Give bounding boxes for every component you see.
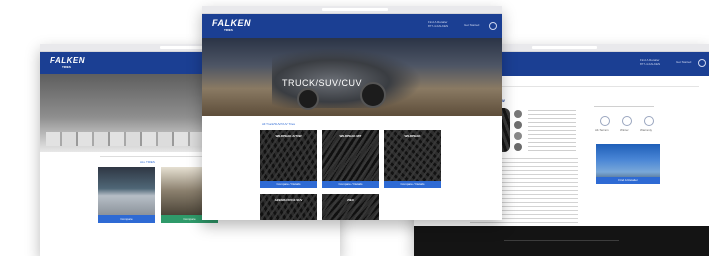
feature-icon-1	[600, 116, 610, 126]
wheel-icon	[360, 82, 386, 108]
product-description	[528, 110, 576, 152]
feature-icon-2	[622, 116, 632, 126]
car-image	[98, 167, 155, 215]
compare-button[interactable]: Compare	[98, 215, 155, 223]
browser-chrome	[202, 6, 502, 21]
feature-label-2: Winter	[620, 128, 629, 132]
compare-button[interactable]: Compare / Details	[384, 181, 441, 188]
tire-tile-4[interactable]: AZENIS FK510 SUV	[260, 194, 317, 220]
nav-retailer-info[interactable]: Find A Retailer 877-4-FALKEN	[640, 58, 660, 66]
feature-label-1: All-Terrain	[595, 128, 609, 132]
compare-button[interactable]: Compare / Details	[260, 181, 317, 188]
retailer-button[interactable]: Find A Retailer	[596, 177, 660, 184]
falken-logo[interactable]: FALKENTIRES	[50, 56, 85, 69]
footer	[414, 226, 709, 256]
section-link[interactable]: ALL TIRES	[140, 160, 155, 164]
nav-get-started-link[interactable]: Get Started	[464, 23, 479, 27]
vehicle-promo-card[interactable]: Find A Retailer	[596, 144, 660, 184]
site-navbar: FALKENTIRES Find A Retailer877-4-FALKEN …	[202, 14, 502, 38]
address-bar[interactable]	[322, 8, 388, 11]
section-link[interactable]: All Truck/SUV/CUV Tires	[262, 122, 295, 126]
vehicle-card-1[interactable]: Compare	[98, 167, 155, 223]
address-bar[interactable]	[532, 46, 597, 49]
wheel-icon	[297, 88, 319, 110]
feature-icon-3	[644, 116, 654, 126]
tire-detail-thumbs	[514, 110, 524, 152]
tire-tile-3[interactable]: WILDPEAK Compare / Details	[384, 130, 441, 188]
hero-title: TRUCK/SUV/CUV	[282, 78, 363, 88]
falken-logo[interactable]: FALKENTIRES	[212, 18, 251, 32]
menu-icon[interactable]	[698, 59, 706, 67]
tire-tile-2[interactable]: WILDPEAK M/T Compare / Details	[322, 130, 379, 188]
tire-tile-5[interactable]: ZIEX	[322, 194, 379, 220]
hero-banner: TRUCK/SUV/CUV	[202, 38, 502, 116]
compare-button[interactable]: Compare / Details	[322, 181, 379, 188]
tire-tile-1[interactable]: WILDPEAK A/T3W Compare / Details	[260, 130, 317, 188]
nav-get-started-link[interactable]: Get Started	[676, 60, 691, 64]
feature-label-bar	[594, 106, 654, 107]
nav-retailer-info[interactable]: Find A Retailer 877-4-FALKEN	[428, 20, 448, 28]
center-browser-window: FALKEN TIRES Find A Retailer 877-4-FALKEN …	[202, 6, 502, 220]
menu-icon[interactable]	[489, 22, 497, 30]
feature-label-3: Warranty	[640, 128, 653, 132]
